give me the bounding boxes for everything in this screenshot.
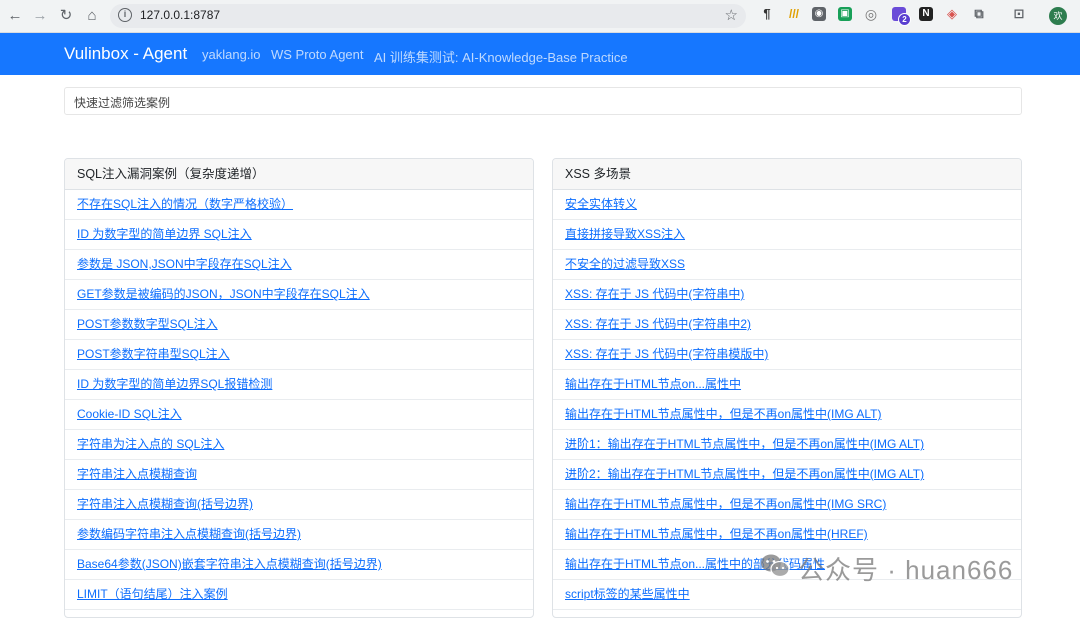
case-link[interactable]: 字符串为注入点的 SQL注入 bbox=[77, 437, 224, 451]
case-link[interactable]: 不安全的过滤导致XSS bbox=[565, 257, 685, 271]
case-link[interactable]: ID 为数字型的简单边界SQL报错检测 bbox=[77, 377, 272, 391]
case-list: 不存在SQL注入的情况（数字严格校验） ID 为数字型的简单边界 SQL注入参数是… bbox=[65, 190, 533, 610]
bookmark-star-icon[interactable]: ☆ bbox=[725, 6, 738, 24]
case-link[interactable]: 输出存在于HTML节点属性中，但是不再on属性中(IMG SRC) bbox=[565, 497, 886, 511]
case-list-item: XSS: 存在于 JS 代码中(字符串中2) bbox=[553, 310, 1021, 340]
extension-green-icon[interactable]: ▣ bbox=[838, 7, 852, 21]
case-list-item: 输出存在于HTML节点属性中，但是不再on属性中(IMG ALT) bbox=[553, 400, 1021, 430]
case-link[interactable]: 字符串注入点模糊查询 bbox=[77, 467, 197, 481]
case-link[interactable]: 进阶2：输出存在于HTML节点属性中，但是不再on属性中(IMG ALT) bbox=[565, 467, 924, 481]
site-info-icon[interactable]: i bbox=[118, 8, 132, 22]
case-link[interactable]: 输出存在于HTML节点属性中，但是不再on属性中(IMG ALT) bbox=[565, 407, 881, 421]
case-link[interactable]: 输出存在于HTML节点on...属性中 bbox=[565, 377, 741, 391]
case-list-item: ID 为数字型的简单边界 SQL注入 bbox=[65, 220, 533, 250]
case-list-item: 参数是 JSON,JSON中字段存在SQL注入 bbox=[65, 250, 533, 280]
sql-injection-card: SQL注入漏洞案例（复杂度递增） 不存在SQL注入的情况（数字严格校验） ID 为… bbox=[64, 158, 534, 618]
case-link[interactable]: 参数是 JSON,JSON中字段存在SQL注入 bbox=[77, 257, 292, 271]
extension-robot-icon[interactable]: ◉ bbox=[812, 7, 826, 21]
case-list-item: 输出存在于HTML节点on...属性中 bbox=[553, 370, 1021, 400]
extension-purple-icon[interactable]: 2 bbox=[892, 7, 911, 26]
home-icon[interactable]: ⌂ bbox=[82, 6, 102, 26]
case-list-item: POST参数数字型SQL注入 bbox=[65, 310, 533, 340]
profile-avatar[interactable]: 欢 bbox=[1049, 7, 1067, 25]
case-list-item: XSS: 存在于 JS 代码中(字符串中) bbox=[553, 280, 1021, 310]
case-link[interactable]: 安全实体转义 bbox=[565, 197, 637, 211]
extension-fox-icon[interactable]: ◈ bbox=[945, 7, 959, 21]
brand-title[interactable]: Vulinbox - Agent bbox=[64, 44, 187, 64]
extension-pilcrow-icon[interactable]: ¶ bbox=[760, 7, 774, 21]
nav-link-ws-proto[interactable]: WS Proto Agent bbox=[271, 47, 364, 62]
watermark-text: 公众号 · huan666 bbox=[798, 555, 1014, 585]
case-list-item: 进阶1：输出存在于HTML节点属性中，但是不再on属性中(IMG ALT) bbox=[553, 430, 1021, 460]
case-link[interactable]: ID 为数字型的简单边界 SQL注入 bbox=[77, 227, 252, 241]
case-list-item: LIMIT（语句结尾）注入案例 bbox=[65, 580, 533, 610]
wechat-icon bbox=[761, 554, 790, 578]
address-bar[interactable]: i 127.0.0.1:8787 ☆ bbox=[110, 4, 746, 28]
case-link[interactable]: GET参数是被编码的JSON，JSON中字段存在SQL注入 bbox=[77, 287, 370, 301]
extension-slashes-icon[interactable]: /// bbox=[787, 7, 801, 21]
case-list-item: 字符串注入点模糊查询(括号边界) bbox=[65, 490, 533, 520]
url-text: 127.0.0.1:8787 bbox=[140, 8, 221, 22]
case-link[interactable]: Cookie-ID SQL注入 bbox=[77, 407, 182, 421]
xss-card: XSS 多场景 安全实体转义直接拼接导致XSS注入 不安全的过滤导致XSS XSS:… bbox=[552, 158, 1022, 618]
case-link[interactable]: XSS: 存在于 JS 代码中(字符串中) bbox=[565, 287, 744, 301]
case-link[interactable]: 输出存在于HTML节点属性中，但是不再on属性中(HREF) bbox=[565, 527, 868, 541]
case-link[interactable]: Base64参数(JSON)嵌套字符串注入点模糊查询(括号边界) bbox=[77, 557, 382, 571]
case-link[interactable]: 进阶1：输出存在于HTML节点属性中，但是不再on属性中(IMG ALT) bbox=[565, 437, 924, 451]
card-title: SQL注入漏洞案例（复杂度递增） bbox=[65, 159, 533, 190]
case-link[interactable]: LIMIT（语句结尾）注入案例 bbox=[77, 587, 228, 601]
extensions-puzzle-icon[interactable]: ⧉ bbox=[972, 7, 986, 21]
case-list-item: GET参数是被编码的JSON，JSON中字段存在SQL注入 bbox=[65, 280, 533, 310]
case-list-item: 输出存在于HTML节点属性中，但是不再on属性中(HREF) bbox=[553, 520, 1021, 550]
screenshot-icon[interactable]: ⊡ bbox=[1012, 7, 1026, 21]
filter-input[interactable]: 快速过滤筛选案例 bbox=[64, 87, 1022, 115]
case-link[interactable]: POST参数字符串型SQL注入 bbox=[77, 347, 230, 361]
case-link[interactable]: POST参数数字型SQL注入 bbox=[77, 317, 218, 331]
case-link[interactable]: script标签的某些属性中 bbox=[565, 587, 690, 601]
case-list-item: POST参数字符串型SQL注入 bbox=[65, 340, 533, 370]
case-list-item: 直接拼接导致XSS注入 bbox=[553, 220, 1021, 250]
forward-icon[interactable]: → bbox=[30, 6, 50, 26]
back-icon[interactable]: ← bbox=[5, 6, 25, 26]
nav-link-yaklang[interactable]: yaklang.io bbox=[202, 47, 261, 62]
nav-link-ai-training[interactable]: AI 训练集测试: AI-Knowledge-Base Practice bbox=[374, 47, 628, 66]
card-title: XSS 多场景 bbox=[553, 159, 1021, 190]
case-link[interactable]: 参数编码字符串注入点模糊查询(括号边界) bbox=[77, 527, 301, 541]
case-list-item: 不安全的过滤导致XSS bbox=[553, 250, 1021, 280]
case-list-item: 参数编码字符串注入点模糊查询(括号边界) bbox=[65, 520, 533, 550]
reload-icon[interactable]: ↻ bbox=[56, 6, 76, 26]
app-navbar: Vulinbox - Agent yaklang.io WS Proto Age… bbox=[0, 33, 1080, 75]
case-list-item: Base64参数(JSON)嵌套字符串注入点模糊查询(括号边界) bbox=[65, 550, 533, 580]
case-list-item: 输出存在于HTML节点属性中，但是不再on属性中(IMG SRC) bbox=[553, 490, 1021, 520]
case-link[interactable]: 字符串注入点模糊查询(括号边界) bbox=[77, 497, 253, 511]
case-list-item: 字符串为注入点的 SQL注入 bbox=[65, 430, 533, 460]
browser-toolbar: ← → ↻ ⌂ i 127.0.0.1:8787 ☆ ¶ /// ◉ ▣ ◎ 2… bbox=[0, 0, 1080, 33]
case-link[interactable]: XSS: 存在于 JS 代码中(字符串中2) bbox=[565, 317, 751, 331]
case-link[interactable]: 不存在SQL注入的情况（数字严格校验） bbox=[77, 197, 293, 211]
case-list-item: Cookie-ID SQL注入 bbox=[65, 400, 533, 430]
case-link[interactable]: 直接拼接导致XSS注入 bbox=[565, 227, 685, 241]
case-list-item: ID 为数字型的简单边界SQL报错检测 bbox=[65, 370, 533, 400]
case-list-item: 字符串注入点模糊查询 bbox=[65, 460, 533, 490]
case-list-item: XSS: 存在于 JS 代码中(字符串模版中) bbox=[553, 340, 1021, 370]
case-list-item: 进阶2：输出存在于HTML节点属性中，但是不再on属性中(IMG ALT) bbox=[553, 460, 1021, 490]
extension-badge: 2 bbox=[898, 13, 911, 26]
extension-notion-icon[interactable]: N bbox=[919, 7, 933, 21]
case-list: 安全实体转义直接拼接导致XSS注入 不安全的过滤导致XSS XSS: 存在于 JS … bbox=[553, 190, 1021, 610]
case-list-item: 安全实体转义 bbox=[553, 190, 1021, 220]
case-link[interactable]: XSS: 存在于 JS 代码中(字符串模版中) bbox=[565, 347, 768, 361]
extension-circle-icon[interactable]: ◎ bbox=[864, 7, 878, 21]
case-list-item: 不存在SQL注入的情况（数字严格校验） bbox=[65, 190, 533, 220]
